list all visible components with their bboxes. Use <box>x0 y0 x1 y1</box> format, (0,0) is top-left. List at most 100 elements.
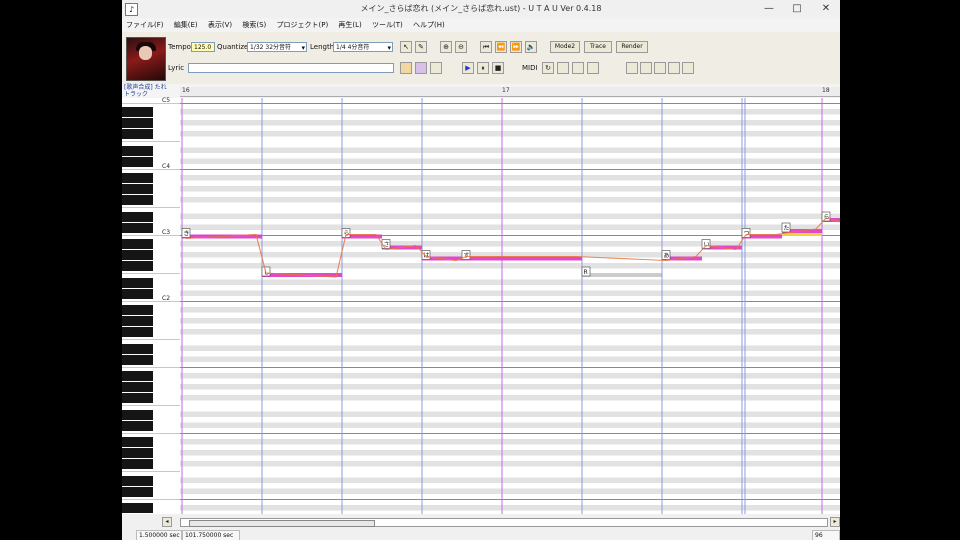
note-lyric: あ <box>664 253 670 260</box>
octave-label: C4 <box>162 163 171 170</box>
go-start-icon[interactable]: ⏮ <box>480 41 492 53</box>
utau-window: ♪ メイン_さらば恋れ (メイン_さらば恋れ.ust) - U T A U Ve… <box>122 0 840 540</box>
toolbar: Tempo 125.0 Quantize 1/32 32分音符 Length 1… <box>122 32 840 85</box>
black-key-row <box>180 120 840 126</box>
black-key-row <box>180 213 840 219</box>
track-name: [歌声合成] たれ トラック <box>124 84 167 98</box>
scrollbar-thumb[interactable] <box>189 520 375 527</box>
black-key-row <box>180 373 840 379</box>
step-back-icon[interactable] <box>572 62 584 74</box>
clipboard-icon[interactable] <box>400 62 412 74</box>
midi-label: MIDI <box>522 64 538 72</box>
piano-keyboard[interactable]: C5 C4 C3 C2 <box>122 97 181 514</box>
pointer-tool-icon[interactable]: ↖ <box>400 41 412 53</box>
pencil-tool-icon[interactable]: ✎ <box>415 41 427 53</box>
black-key-row <box>180 422 840 428</box>
black-key-row <box>180 197 840 203</box>
close-button[interactable]: ✕ <box>812 0 840 18</box>
black-key-row <box>180 450 840 456</box>
timeline-ruler[interactable]: [歌声合成] たれ トラック 16 17 18 <box>122 84 840 98</box>
menu-search[interactable]: 検索(S) <box>238 18 270 32</box>
black-key-row <box>180 131 840 137</box>
black-key-row <box>180 224 840 230</box>
black-key-row <box>180 307 840 313</box>
black-key-row <box>180 186 840 192</box>
black-key-row <box>180 345 840 351</box>
black-key-row <box>180 395 840 401</box>
black-key-row <box>180 384 840 390</box>
plugin-icon[interactable] <box>430 62 442 74</box>
status-resolution: 96 <box>812 530 840 540</box>
length-label: Length <box>310 43 335 51</box>
note-lyric: R <box>584 269 588 276</box>
note-lyric: き <box>184 231 190 238</box>
menu-project[interactable]: プロジェクト(P) <box>273 18 333 32</box>
title-bar[interactable]: ♪ メイン_さらば恋れ (メイン_さらば恋れ.ust) - U T A U Ve… <box>122 0 840 19</box>
lyric-input[interactable] <box>188 63 394 73</box>
black-key-row <box>180 461 840 467</box>
note-lyric: た <box>784 225 790 232</box>
status-position: 1.500000 sec <box>136 530 182 540</box>
menu-edit[interactable]: 編集(E) <box>170 18 202 32</box>
length-select[interactable]: 1/4 4分音符 <box>333 42 393 52</box>
quantize-select[interactable]: 1/32 32分音符 <box>247 42 307 52</box>
pause-icon[interactable]: ⏸ <box>477 62 489 74</box>
play-icon[interactable]: ▶ <box>462 62 474 74</box>
stop-icon[interactable]: ■ <box>492 62 504 74</box>
window-title: メイン_さらば恋れ (メイン_さらば恋れ.ust) - U T A U Ver … <box>360 4 602 13</box>
scroll-left-arrow-icon[interactable]: ◂ <box>162 517 172 527</box>
quantize-label: Quantize <box>217 43 249 51</box>
notes-icon[interactable] <box>415 62 427 74</box>
mode2-button[interactable]: Mode2 <box>550 41 580 53</box>
measure-number: 18 <box>822 87 830 94</box>
singer-portrait[interactable] <box>126 37 166 81</box>
step-forward-icon[interactable] <box>587 62 599 74</box>
zoom-out-icon[interactable]: ⊖ <box>455 41 467 53</box>
minimize-button[interactable]: — <box>756 0 782 18</box>
portrait-face <box>139 46 152 60</box>
menu-bar: ファイル(F) 編集(E) 表示(V) 検索(S) プロジェクト(P) 再生(L… <box>122 18 840 32</box>
pitch-icon[interactable] <box>654 62 666 74</box>
black-key-row <box>180 477 840 483</box>
menu-help[interactable]: ヘルプ(H) <box>409 18 449 32</box>
menu-tools[interactable]: ツール(T) <box>368 18 407 32</box>
tempo-input[interactable]: 125.0 <box>191 42 215 52</box>
horizontal-scrollbar[interactable] <box>180 518 828 527</box>
scroll-right-arrow-icon[interactable]: ▸ <box>830 517 840 527</box>
menu-file[interactable]: ファイル(F) <box>122 18 168 32</box>
selected-note-highlight <box>782 233 822 236</box>
black-key-row <box>180 290 840 296</box>
note-bar <box>462 256 582 261</box>
zoom-in-icon[interactable]: ⊕ <box>440 41 452 53</box>
note-lyric: は <box>424 253 430 260</box>
vibrato-icon[interactable] <box>640 62 652 74</box>
trace-button[interactable]: Trace <box>584 41 612 53</box>
black-key[interactable] <box>122 503 153 513</box>
measure-bar[interactable]: 16 17 18 <box>180 87 840 97</box>
intensity-icon[interactable] <box>682 62 694 74</box>
menu-view[interactable]: 表示(V) <box>204 18 236 32</box>
octave-label: C2 <box>162 295 171 302</box>
menu-play[interactable]: 再生(L) <box>334 18 365 32</box>
black-key-row <box>180 279 840 285</box>
maximize-button[interactable]: □ <box>784 0 810 18</box>
lyric-label: Lyric <box>168 64 185 72</box>
loop-icon[interactable]: ↻ <box>542 62 554 74</box>
piano-roll[interactable]: きしらさは すRあいつたら <box>180 98 840 514</box>
fast-forward-icon[interactable]: ⏩ <box>510 41 522 53</box>
black-key-row <box>180 329 840 335</box>
envelope-icon[interactable] <box>626 62 638 74</box>
rewind-icon[interactable]: ⏪ <box>495 41 507 53</box>
black-key-row <box>180 109 840 115</box>
black-key-row <box>180 356 840 362</box>
black-key-row <box>180 488 840 494</box>
white-key-divider <box>122 98 180 500</box>
black-key-row <box>180 147 840 153</box>
portamento-icon[interactable] <box>668 62 680 74</box>
status-bar: ◂ ▸ 1.500000 sec 101.750000 sec 96 <box>122 514 840 540</box>
black-key-row <box>180 439 840 445</box>
black-key-row <box>180 411 840 417</box>
render-button[interactable]: Render <box>616 41 648 53</box>
speaker-icon[interactable]: 🔈 <box>525 41 537 53</box>
tempo-marker-icon[interactable] <box>557 62 569 74</box>
